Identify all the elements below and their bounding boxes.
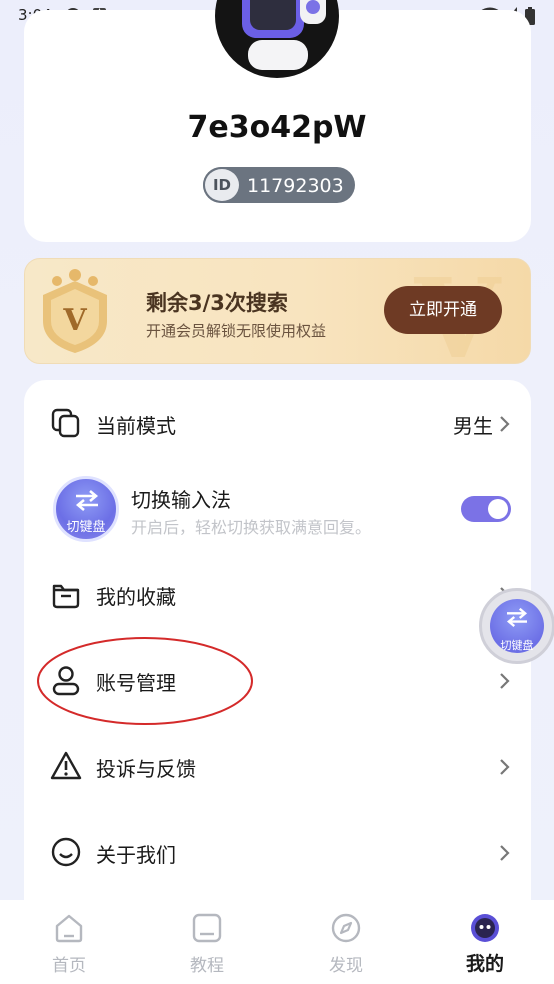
profile-icon (471, 914, 499, 942)
chevron-right-icon (500, 845, 510, 861)
switch-ime-toggle[interactable] (461, 496, 511, 522)
keyboard-switch-text: 切键盘 (66, 520, 106, 535)
floating-keyboard-button[interactable]: 切键盘 (479, 588, 554, 664)
nav-tutorial-label: 教程 (190, 956, 224, 976)
menu-item-switch-ime: 切键盘 切换输入法 开启后，轻松切换获取满意回复。 (24, 466, 531, 556)
favorites-label: 我的收藏 (96, 585, 176, 609)
swap-arrows-icon (506, 607, 528, 627)
folder-icon (52, 584, 80, 609)
keyboard-switch-icon: 切键盘 (53, 476, 119, 542)
nav-profile[interactable]: 我的 (416, 900, 554, 984)
chevron-right-icon (500, 673, 510, 689)
vip-medal-letter: V (62, 303, 87, 338)
nav-home-label: 首页 (52, 956, 86, 976)
nav-home[interactable]: 首页 (0, 900, 138, 984)
smile-icon (51, 837, 81, 867)
floating-keyboard-text: 切键盘 (500, 639, 534, 652)
switch-ime-title: 切换输入法 (131, 488, 231, 512)
id-badge-icon: ID (203, 167, 241, 203)
bottom-navigation: 首页 教程 发现 我的 (0, 900, 554, 984)
warning-icon (50, 751, 82, 780)
chevron-right-icon (500, 759, 510, 775)
current-mode-label: 当前模式 (96, 414, 176, 438)
about-label: 关于我们 (96, 843, 176, 867)
vip-medal-icon: V (43, 269, 107, 353)
copy-mode-icon (51, 408, 80, 438)
annotation-ellipse (37, 637, 253, 725)
nav-tutorial[interactable]: 教程 (138, 900, 276, 984)
menu-item-current-mode[interactable]: 当前模式 男生 (24, 380, 531, 466)
activate-vip-button[interactable]: 立即开通 (384, 286, 502, 334)
toggle-knob (488, 499, 508, 519)
menu-item-favorites[interactable]: 我的收藏 (24, 556, 531, 642)
user-id-number: 11792303 (247, 175, 344, 197)
vip-title: 剩余3/3次搜索 (146, 291, 288, 315)
chevron-right-icon (500, 416, 510, 432)
vip-subtitle: 开通会员解锁无限使用权益 (146, 322, 327, 340)
current-mode-value: 男生 (453, 414, 493, 438)
nav-profile-label: 我的 (465, 953, 504, 975)
menu-item-feedback[interactable]: 投诉与反馈 (24, 728, 531, 814)
username: 7e3o42pW (187, 110, 367, 145)
home-icon (55, 914, 83, 943)
avatar[interactable] (214, 0, 340, 90)
floating-keyboard-inner: 切键盘 (490, 599, 544, 653)
switch-ime-subtitle: 开启后，轻松切换获取满意回复。 (131, 518, 372, 537)
vip-banner[interactable]: V V 剩余3/3次搜索 开通会员解锁无限使用权益 立即开通 (24, 258, 531, 364)
nav-discover-label: 发现 (329, 956, 363, 976)
feedback-label: 投诉与反馈 (96, 757, 196, 781)
menu-item-about[interactable]: 关于我们 (24, 814, 531, 900)
compass-icon (331, 913, 361, 943)
tutorial-icon (192, 913, 222, 943)
nav-discover[interactable]: 发现 (277, 900, 415, 984)
swap-arrows-icon (75, 490, 99, 511)
user-id-pill: ID 11792303 (203, 167, 355, 203)
